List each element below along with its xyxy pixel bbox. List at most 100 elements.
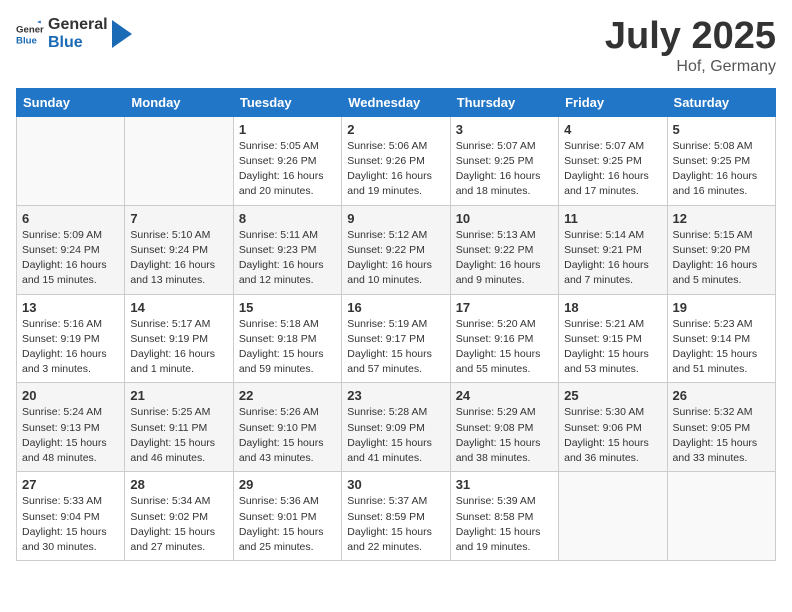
col-header-wednesday: Wednesday: [342, 88, 450, 116]
calendar-header-row: SundayMondayTuesdayWednesdayThursdayFrid…: [17, 88, 776, 116]
day-info: Sunrise: 5:10 AM Sunset: 9:24 PM Dayligh…: [130, 228, 227, 289]
day-number: 11: [564, 211, 661, 226]
day-number: 8: [239, 211, 336, 226]
day-info: Sunrise: 5:20 AM Sunset: 9:16 PM Dayligh…: [456, 317, 553, 378]
day-number: 4: [564, 122, 661, 137]
day-number: 30: [347, 477, 444, 492]
calendar-cell: 1 Sunrise: 5:05 AM Sunset: 9:26 PM Daylig…: [233, 116, 341, 205]
day-info: Sunrise: 5:09 AM Sunset: 9:24 PM Dayligh…: [22, 228, 119, 289]
calendar-cell: 5 Sunrise: 5:08 AM Sunset: 9:25 PM Daylig…: [667, 116, 775, 205]
day-number: 24: [456, 388, 553, 403]
calendar-week-row: 1 Sunrise: 5:05 AM Sunset: 9:26 PM Daylig…: [17, 116, 776, 205]
calendar-week-row: 27Sunrise: 5:33 AM Sunset: 9:04 PM Dayli…: [17, 472, 776, 561]
day-number: 10: [456, 211, 553, 226]
day-number: 25: [564, 388, 661, 403]
day-number: 20: [22, 388, 119, 403]
day-number: 18: [564, 300, 661, 315]
location-subtitle: Hof, Germany: [605, 58, 776, 76]
calendar-cell: [559, 472, 667, 561]
page-header: General Blue General Blue July 2025 Hof,…: [16, 16, 776, 76]
calendar-cell: 19Sunrise: 5:23 AM Sunset: 9:14 PM Dayli…: [667, 294, 775, 383]
calendar-cell: 6 Sunrise: 5:09 AM Sunset: 9:24 PM Daylig…: [17, 205, 125, 294]
day-number: 5: [673, 122, 770, 137]
calendar-week-row: 20 Sunrise: 5:24 AM Sunset: 9:13 PM Dayli…: [17, 383, 776, 472]
day-number: 2: [347, 122, 444, 137]
col-header-sunday: Sunday: [17, 88, 125, 116]
day-info: Sunrise: 5:24 AM Sunset: 9:13 PM Dayligh…: [22, 405, 119, 466]
day-number: 29: [239, 477, 336, 492]
day-info: Sunrise: 5:16 AM Sunset: 9:19 PM Dayligh…: [22, 317, 119, 378]
calendar-cell: 30 Sunrise: 5:37 AM Sunset: 8:59 PM Dayli…: [342, 472, 450, 561]
day-info: Sunrise: 5:36 AM Sunset: 9:01 PM Dayligh…: [239, 494, 336, 555]
day-info: Sunrise: 5:26 AM Sunset: 9:10 PM Dayligh…: [239, 405, 336, 466]
day-number: 1: [239, 122, 336, 137]
calendar-cell: 28Sunrise: 5:34 AM Sunset: 9:02 PM Dayli…: [125, 472, 233, 561]
calendar-cell: 11Sunrise: 5:14 AM Sunset: 9:21 PM Dayli…: [559, 205, 667, 294]
day-info: Sunrise: 5:07 AM Sunset: 9:25 PM Dayligh…: [564, 139, 661, 200]
day-info: Sunrise: 5:29 AM Sunset: 9:08 PM Dayligh…: [456, 405, 553, 466]
day-info: Sunrise: 5:11 AM Sunset: 9:23 PM Dayligh…: [239, 228, 336, 289]
logo-blue: Blue: [48, 34, 108, 52]
logo: General Blue General Blue: [16, 16, 132, 51]
day-number: 16: [347, 300, 444, 315]
calendar-cell: 22Sunrise: 5:26 AM Sunset: 9:10 PM Dayli…: [233, 383, 341, 472]
day-number: 26: [673, 388, 770, 403]
day-number: 17: [456, 300, 553, 315]
col-header-monday: Monday: [125, 88, 233, 116]
title-block: July 2025 Hof, Germany: [605, 16, 776, 76]
day-number: 9: [347, 211, 444, 226]
calendar-cell: 9Sunrise: 5:12 AM Sunset: 9:22 PM Daylig…: [342, 205, 450, 294]
calendar-cell: 4 Sunrise: 5:07 AM Sunset: 9:25 PM Daylig…: [559, 116, 667, 205]
logo-arrow-icon: [112, 20, 132, 48]
day-number: 3: [456, 122, 553, 137]
svg-text:General: General: [16, 24, 44, 35]
col-header-tuesday: Tuesday: [233, 88, 341, 116]
calendar-cell: [17, 116, 125, 205]
calendar-cell: 29 Sunrise: 5:36 AM Sunset: 9:01 PM Dayli…: [233, 472, 341, 561]
calendar-cell: 13Sunrise: 5:16 AM Sunset: 9:19 PM Dayli…: [17, 294, 125, 383]
day-info: Sunrise: 5:37 AM Sunset: 8:59 PM Dayligh…: [347, 494, 444, 555]
month-title: July 2025: [605, 16, 776, 58]
calendar-week-row: 13Sunrise: 5:16 AM Sunset: 9:19 PM Dayli…: [17, 294, 776, 383]
day-info: Sunrise: 5:39 AM Sunset: 8:58 PM Dayligh…: [456, 494, 553, 555]
day-number: 7: [130, 211, 227, 226]
calendar-cell: 20 Sunrise: 5:24 AM Sunset: 9:13 PM Dayli…: [17, 383, 125, 472]
day-number: 19: [673, 300, 770, 315]
day-number: 12: [673, 211, 770, 226]
day-info: Sunrise: 5:06 AM Sunset: 9:26 PM Dayligh…: [347, 139, 444, 200]
calendar-cell: 31 Sunrise: 5:39 AM Sunset: 8:58 PM Dayli…: [450, 472, 558, 561]
calendar-cell: 14Sunrise: 5:17 AM Sunset: 9:19 PM Dayli…: [125, 294, 233, 383]
calendar-cell: 7 Sunrise: 5:10 AM Sunset: 9:24 PM Daylig…: [125, 205, 233, 294]
calendar-cell: [667, 472, 775, 561]
day-number: 15: [239, 300, 336, 315]
calendar-cell: 24 Sunrise: 5:29 AM Sunset: 9:08 PM Dayli…: [450, 383, 558, 472]
day-info: Sunrise: 5:28 AM Sunset: 9:09 PM Dayligh…: [347, 405, 444, 466]
day-info: Sunrise: 5:05 AM Sunset: 9:26 PM Dayligh…: [239, 139, 336, 200]
day-number: 6: [22, 211, 119, 226]
day-info: Sunrise: 5:18 AM Sunset: 9:18 PM Dayligh…: [239, 317, 336, 378]
calendar-cell: 16Sunrise: 5:19 AM Sunset: 9:17 PM Dayli…: [342, 294, 450, 383]
calendar-cell: 25 Sunrise: 5:30 AM Sunset: 9:06 PM Dayli…: [559, 383, 667, 472]
calendar-cell: 18Sunrise: 5:21 AM Sunset: 9:15 PM Dayli…: [559, 294, 667, 383]
day-info: Sunrise: 5:07 AM Sunset: 9:25 PM Dayligh…: [456, 139, 553, 200]
calendar-cell: 26 Sunrise: 5:32 AM Sunset: 9:05 PM Dayli…: [667, 383, 775, 472]
calendar-cell: 17 Sunrise: 5:20 AM Sunset: 9:16 PM Dayli…: [450, 294, 558, 383]
calendar-cell: 12 Sunrise: 5:15 AM Sunset: 9:20 PM Dayli…: [667, 205, 775, 294]
day-info: Sunrise: 5:08 AM Sunset: 9:25 PM Dayligh…: [673, 139, 770, 200]
day-number: 21: [130, 388, 227, 403]
day-number: 31: [456, 477, 553, 492]
calendar-cell: 8 Sunrise: 5:11 AM Sunset: 9:23 PM Daylig…: [233, 205, 341, 294]
calendar-table: SundayMondayTuesdayWednesdayThursdayFrid…: [16, 88, 776, 561]
day-info: Sunrise: 5:30 AM Sunset: 9:06 PM Dayligh…: [564, 405, 661, 466]
calendar-cell: [125, 116, 233, 205]
calendar-cell: 3 Sunrise: 5:07 AM Sunset: 9:25 PM Daylig…: [450, 116, 558, 205]
day-number: 27: [22, 477, 119, 492]
svg-text:Blue: Blue: [16, 35, 37, 46]
day-number: 23: [347, 388, 444, 403]
day-number: 28: [130, 477, 227, 492]
day-info: Sunrise: 5:32 AM Sunset: 9:05 PM Dayligh…: [673, 405, 770, 466]
calendar-cell: 21Sunrise: 5:25 AM Sunset: 9:11 PM Dayli…: [125, 383, 233, 472]
day-info: Sunrise: 5:15 AM Sunset: 9:20 PM Dayligh…: [673, 228, 770, 289]
calendar-cell: 10Sunrise: 5:13 AM Sunset: 9:22 PM Dayli…: [450, 205, 558, 294]
calendar-cell: 27Sunrise: 5:33 AM Sunset: 9:04 PM Dayli…: [17, 472, 125, 561]
